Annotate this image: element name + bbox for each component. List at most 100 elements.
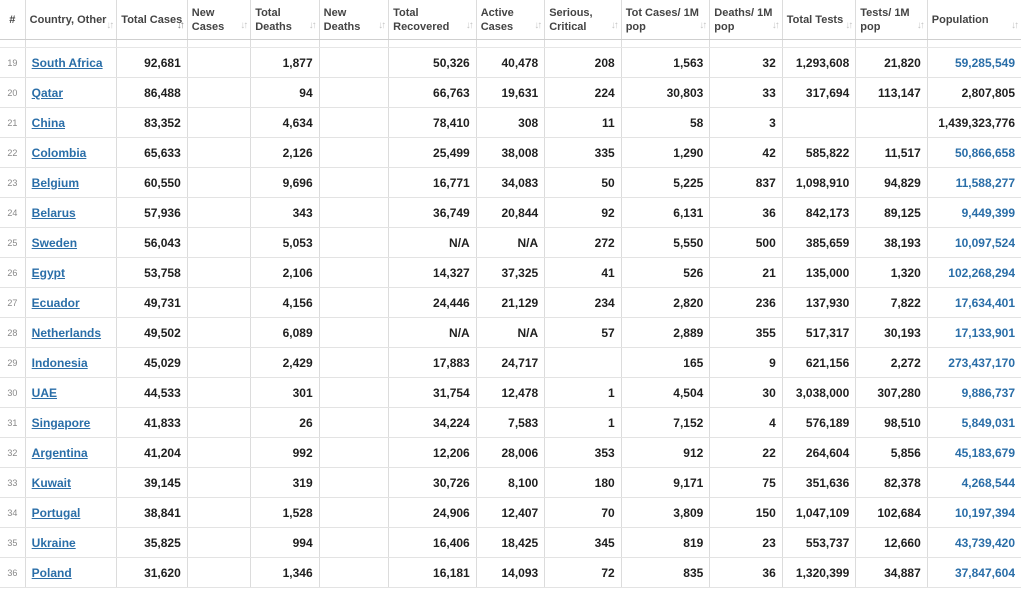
country-link[interactable]: UAE bbox=[32, 386, 57, 400]
table-row: 19 South Africa 92,681 1,877 50,326 40,478 208… bbox=[0, 47, 1021, 78]
cell-total-deaths: 26 bbox=[250, 407, 320, 438]
cell-total-cases: 39,145 bbox=[116, 467, 188, 498]
country-link[interactable]: Indonesia bbox=[32, 356, 88, 370]
cell-country: Sweden bbox=[25, 227, 118, 258]
cell-total-tests: 385,659 bbox=[782, 227, 857, 258]
cell-new-deaths bbox=[319, 197, 390, 228]
sort-arrows-icon[interactable]: ↓↑ bbox=[699, 19, 707, 33]
column-header-serious[interactable]: Serious, Critical ↓↑ bbox=[544, 0, 622, 40]
country-link[interactable]: Qatar bbox=[32, 86, 63, 100]
cell-tests-per-1m: 2,272 bbox=[855, 347, 928, 378]
country-link[interactable]: Singapore bbox=[32, 416, 91, 430]
cell-population: 10,197,394 bbox=[927, 497, 1021, 528]
cell-new-deaths bbox=[319, 557, 390, 588]
cell-tests-per-1m: 98,510 bbox=[855, 407, 928, 438]
cell-total-tests: 137,930 bbox=[782, 287, 857, 318]
column-header-cases-per-1m[interactable]: Tot Cases/ 1M pop ↓↑ bbox=[621, 0, 711, 40]
country-link[interactable]: Sweden bbox=[32, 236, 77, 250]
sort-arrows-icon[interactable]: ↓↑ bbox=[534, 19, 542, 33]
column-header-active-cases[interactable]: Active Cases ↓↑ bbox=[476, 0, 546, 40]
country-link[interactable]: Colombia bbox=[32, 146, 87, 160]
table-body: 19 South Africa 92,681 1,877 50,326 40,478 208… bbox=[0, 39, 1021, 588]
country-link[interactable]: Ukraine bbox=[32, 536, 76, 550]
country-link[interactable]: Kuwait bbox=[32, 476, 71, 490]
cell-country: Ecuador bbox=[25, 287, 118, 318]
cell-total-deaths: 2,126 bbox=[250, 137, 320, 168]
cell-total-tests: 135,000 bbox=[782, 257, 857, 288]
cell-serious: 1 bbox=[544, 377, 622, 408]
cell-deaths-per-1m: 9 bbox=[709, 347, 783, 378]
sort-arrows-icon[interactable]: ↓↑ bbox=[378, 19, 386, 33]
cell-deaths-per-1m: 837 bbox=[709, 167, 783, 198]
sort-arrows-icon[interactable]: ↓↑ bbox=[240, 19, 248, 33]
cell-serious: 70 bbox=[544, 497, 622, 528]
country-link[interactable]: Netherlands bbox=[32, 326, 101, 340]
country-link[interactable]: South Africa bbox=[32, 56, 103, 70]
column-header-total-tests[interactable]: Total Tests ↓↑ bbox=[782, 0, 857, 40]
cell-new-deaths bbox=[319, 257, 390, 288]
sort-arrows-icon[interactable]: ↓↑ bbox=[309, 19, 317, 33]
country-link[interactable]: Argentina bbox=[32, 446, 88, 460]
cell-tests-per-1m: 94,829 bbox=[855, 167, 928, 198]
column-header-tests-per-1m[interactable]: Tests/ 1M pop ↓↑ bbox=[855, 0, 928, 40]
sort-arrows-icon[interactable]: ↓↑ bbox=[917, 19, 925, 33]
cell-new-deaths bbox=[319, 407, 390, 438]
spacer-cell bbox=[621, 39, 711, 48]
cell-population: 2,807,805 bbox=[927, 77, 1021, 108]
column-header-total-recovered[interactable]: Total Recovered ↓↑ bbox=[388, 0, 477, 40]
table-row: 36 Poland 31,620 1,346 16,181 14,093 72 835 36 1,… bbox=[0, 557, 1021, 588]
cell-new-cases bbox=[187, 167, 252, 198]
cell-total-recovered: 25,499 bbox=[388, 137, 477, 168]
cell-idx: 25 bbox=[0, 227, 26, 258]
cell-active-cases: 18,425 bbox=[476, 527, 546, 558]
country-link[interactable]: Portugal bbox=[32, 506, 81, 520]
spacer-cell bbox=[476, 39, 546, 48]
cell-total-tests: 585,822 bbox=[782, 137, 857, 168]
column-header-total-cases[interactable]: Total Cases ↓↑ bbox=[116, 0, 188, 40]
country-link[interactable]: Egypt bbox=[32, 266, 65, 280]
sort-arrows-icon[interactable]: ↓↑ bbox=[611, 19, 619, 33]
cell-new-cases bbox=[187, 77, 252, 108]
sort-arrows-icon[interactable]: ↓↑ bbox=[177, 19, 185, 33]
cell-total-cases: 31,620 bbox=[116, 557, 188, 588]
cell-population: 43,739,420 bbox=[927, 527, 1021, 558]
sort-arrows-icon[interactable]: ↓↑ bbox=[466, 19, 474, 33]
cell-active-cases: 8,100 bbox=[476, 467, 546, 498]
cell-cases-per-1m: 1,563 bbox=[621, 47, 711, 78]
table-row: 32 Argentina 41,204 992 12,206 28,006 353 912 22… bbox=[0, 437, 1021, 468]
column-header-label: Total Cases bbox=[121, 13, 183, 26]
cell-total-tests: 553,737 bbox=[782, 527, 857, 558]
cell-cases-per-1m: 58 bbox=[621, 107, 711, 138]
cell-tests-per-1m: 11,517 bbox=[855, 137, 928, 168]
country-link[interactable]: Poland bbox=[32, 566, 72, 580]
cell-country: Portugal bbox=[25, 497, 118, 528]
cell-new-cases bbox=[187, 287, 252, 318]
column-header-new-deaths[interactable]: New Deaths ↓↑ bbox=[319, 0, 390, 40]
column-header-deaths-per-1m[interactable]: Deaths/ 1M pop ↓↑ bbox=[709, 0, 783, 40]
cell-deaths-per-1m: 23 bbox=[709, 527, 783, 558]
column-header-label: Deaths/ 1M pop bbox=[714, 6, 773, 33]
cell-idx: 27 bbox=[0, 287, 26, 318]
column-header-new-cases[interactable]: New Cases ↓↑ bbox=[187, 0, 252, 40]
cell-serious: 208 bbox=[544, 47, 622, 78]
country-link[interactable]: Ecuador bbox=[32, 296, 80, 310]
cell-total-recovered: 30,726 bbox=[388, 467, 477, 498]
country-link[interactable]: Belarus bbox=[32, 206, 76, 220]
cell-country: Poland bbox=[25, 557, 118, 588]
column-header-total-deaths[interactable]: Total Deaths ↓↑ bbox=[250, 0, 320, 40]
cell-total-recovered: 12,206 bbox=[388, 437, 477, 468]
cell-total-cases: 53,758 bbox=[116, 257, 188, 288]
sort-arrows-icon[interactable]: ↓↑ bbox=[1011, 19, 1019, 33]
cell-total-recovered: 78,410 bbox=[388, 107, 477, 138]
country-link[interactable]: Belgium bbox=[32, 176, 79, 190]
cell-idx: 33 bbox=[0, 467, 26, 498]
column-header-country[interactable]: Country, Other ↓↑ bbox=[25, 0, 118, 40]
country-link[interactable]: China bbox=[32, 116, 65, 130]
column-header-label: Population bbox=[931, 13, 989, 26]
sort-arrows-icon[interactable]: ↓↑ bbox=[772, 19, 780, 33]
sort-arrows-icon[interactable]: ↓↑ bbox=[106, 19, 114, 33]
sort-arrows-icon[interactable]: ↓↑ bbox=[845, 19, 853, 33]
cell-idx: 21 bbox=[0, 107, 26, 138]
column-header-population[interactable]: Population ↓↑ bbox=[927, 0, 1021, 40]
cell-idx: 20 bbox=[0, 77, 26, 108]
